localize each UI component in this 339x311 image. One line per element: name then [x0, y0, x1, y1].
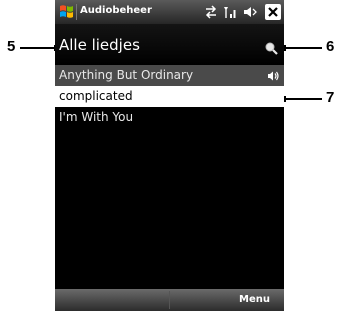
device-screen: Audiobeheer Alle liedjes Anything But Or…: [55, 0, 284, 311]
song-title: I'm With You: [59, 110, 134, 124]
page-title[interactable]: Alle liedjes: [59, 36, 140, 54]
search-icon[interactable]: [264, 41, 278, 55]
close-button[interactable]: [265, 4, 281, 20]
callout-5-line: [20, 47, 56, 49]
song-title: complicated: [59, 89, 133, 103]
windows-flag-icon[interactable]: [59, 4, 74, 19]
song-title: Anything But Ordinary: [59, 68, 194, 82]
list-item[interactable]: I'm With You: [55, 107, 284, 128]
callout-7-line: [282, 98, 322, 100]
close-icon: [268, 7, 278, 17]
list-item[interactable]: Anything But Ordinary: [55, 65, 284, 86]
left-softkey[interactable]: [55, 289, 169, 311]
title-separator: [76, 4, 77, 20]
callout-7: 7: [326, 89, 335, 106]
window-title: Audiobeheer: [80, 5, 152, 16]
softkey-bar: Menu: [55, 289, 284, 311]
song-list: Anything But Ordinary complicated I'm Wi…: [55, 65, 284, 128]
callout-6-line: [282, 47, 322, 49]
callout-6: 6: [326, 38, 335, 55]
signal-icon[interactable]: [223, 5, 237, 19]
sync-arrows-icon[interactable]: [204, 5, 218, 19]
speaker-icon[interactable]: [243, 5, 257, 19]
callout-5: 5: [7, 38, 16, 55]
menu-softkey[interactable]: Menu: [170, 289, 284, 311]
list-header: Alle liedjes: [55, 24, 284, 65]
menu-softkey-label: Menu: [239, 294, 270, 305]
title-bar: Audiobeheer: [55, 0, 284, 24]
speaker-icon: [268, 71, 279, 81]
list-item[interactable]: complicated: [55, 86, 284, 107]
